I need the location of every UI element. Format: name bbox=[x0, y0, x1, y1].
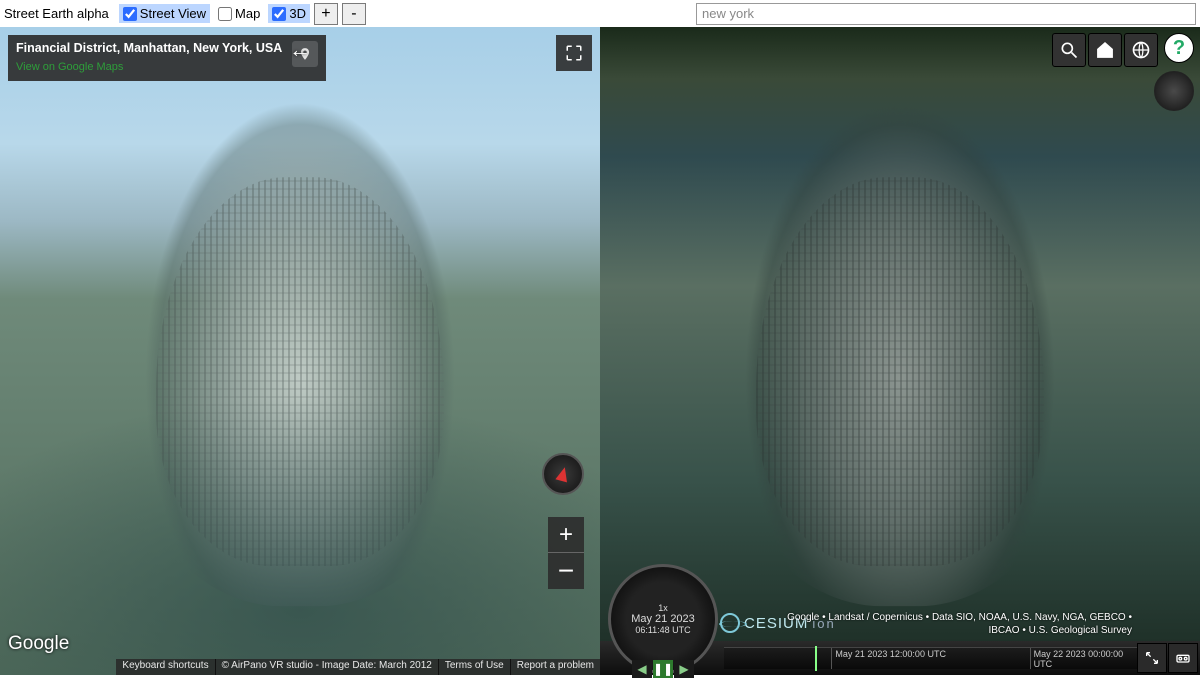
search-input[interactable] bbox=[696, 3, 1196, 25]
fullscreen-button[interactable] bbox=[556, 35, 592, 71]
toggle-streetview-checkbox[interactable] bbox=[123, 7, 137, 21]
imagery-credit: © AirPano VR studio - Image Date: March … bbox=[215, 659, 438, 675]
timeline-right-controls bbox=[1137, 643, 1198, 673]
attribution-line2: IBCAO • U.S. Geological Survey bbox=[787, 624, 1132, 637]
toolbar: Street Earth alpha Street View Map 3D + … bbox=[0, 0, 1200, 27]
toggle-3d[interactable]: 3D bbox=[268, 4, 310, 23]
vr-icon bbox=[1175, 650, 1191, 666]
toggle-map[interactable]: Map bbox=[214, 4, 264, 23]
clock-face: 1x May 21 2023 06:11:48 UTC bbox=[626, 582, 700, 656]
toggle-streetview[interactable]: Street View bbox=[119, 4, 210, 23]
search-wrap bbox=[370, 3, 1196, 25]
timeline-tick-2: May 22 2023 00:00:00 UTC bbox=[1030, 648, 1137, 669]
enter-fullscreen-button[interactable] bbox=[1137, 643, 1167, 673]
report-problem-link[interactable]: Report a problem bbox=[510, 659, 600, 675]
clock-time: 06:11:48 UTC bbox=[635, 625, 690, 636]
help-icon: ? bbox=[1173, 37, 1185, 60]
play-forward-button[interactable]: ▶ bbox=[674, 660, 694, 678]
cesium-orb-icon bbox=[720, 613, 740, 633]
keyboard-shortcuts-link[interactable]: Keyboard shortcuts bbox=[116, 659, 214, 675]
pause-button[interactable]: ❚❚ bbox=[653, 660, 673, 678]
toggle-map-checkbox[interactable] bbox=[218, 7, 232, 21]
compass-needle-icon bbox=[555, 466, 570, 483]
aerial-imagery bbox=[120, 101, 480, 606]
zoom-in-button[interactable]: + bbox=[314, 3, 338, 25]
location-text: Financial District, Manhattan, New York,… bbox=[16, 41, 282, 55]
data-attribution: Google • Landsat / Copernicus • Data SIO… bbox=[787, 611, 1132, 637]
play-controls: ◀ ❚❚ ▶ bbox=[632, 660, 694, 678]
expand-icon bbox=[1144, 650, 1160, 666]
streetview-zoom-in[interactable]: + bbox=[548, 517, 584, 553]
home-button[interactable] bbox=[1088, 33, 1122, 67]
clock-speed: 1x bbox=[658, 603, 668, 614]
attribution-line1: Google • Landsat / Copernicus • Data SIO… bbox=[787, 611, 1132, 624]
fullscreen-icon bbox=[565, 44, 583, 62]
view-on-google-maps-link[interactable]: View on Google Maps bbox=[16, 61, 282, 73]
streetview-pane[interactable]: Financial District, Manhattan, New York,… bbox=[0, 27, 600, 675]
zoom-control: + − bbox=[548, 517, 584, 589]
clock-date: May 21 2023 bbox=[631, 614, 695, 625]
search-icon bbox=[1059, 40, 1079, 60]
vr-button[interactable] bbox=[1168, 643, 1198, 673]
home-icon bbox=[1095, 40, 1115, 60]
zoom-out-button[interactable]: - bbox=[342, 3, 366, 25]
app-title: Street Earth alpha bbox=[4, 6, 109, 21]
cesium-3d-pane[interactable]: ? CESIUM ion Google • Landsat / Copernic… bbox=[600, 27, 1200, 675]
animation-clock[interactable]: 1x May 21 2023 06:11:48 UTC ◀ ❚❚ ▶ bbox=[608, 564, 718, 674]
toggle-map-label: Map bbox=[235, 6, 260, 21]
streetview-footer: Keyboard shortcuts © AirPano VR studio -… bbox=[0, 659, 600, 675]
scene-mode-button[interactable] bbox=[1124, 33, 1158, 67]
back-arrow-icon[interactable]: ← bbox=[289, 37, 311, 63]
panes: Financial District, Manhattan, New York,… bbox=[0, 27, 1200, 675]
help-button[interactable]: ? bbox=[1164, 33, 1194, 63]
navigation-knob[interactable] bbox=[1154, 71, 1194, 111]
location-box: Financial District, Manhattan, New York,… bbox=[8, 35, 326, 81]
terms-link[interactable]: Terms of Use bbox=[438, 659, 510, 675]
play-reverse-button[interactable]: ◀ bbox=[632, 660, 652, 678]
cesium-toolbar: ? bbox=[1052, 33, 1194, 67]
toggle-3d-label: 3D bbox=[289, 6, 306, 21]
timeline-track[interactable]: May 21 2023 12:00:00 UTC May 22 2023 00:… bbox=[724, 647, 1137, 669]
google-logo: Google bbox=[8, 633, 69, 655]
timeline-cursor[interactable] bbox=[815, 646, 817, 671]
streetview-zoom-out[interactable]: − bbox=[548, 553, 584, 589]
compass-control[interactable] bbox=[542, 453, 584, 495]
3d-terrain-imagery bbox=[720, 101, 1080, 606]
globe-icon bbox=[1131, 40, 1151, 60]
toggle-3d-checkbox[interactable] bbox=[272, 7, 286, 21]
toggle-streetview-label: Street View bbox=[140, 6, 206, 21]
timeline-tick-1: May 21 2023 12:00:00 UTC bbox=[831, 648, 946, 669]
timeline-bar: 1x May 21 2023 06:11:48 UTC ◀ ❚❚ ▶ May 2… bbox=[600, 641, 1200, 675]
geocoder-search-button[interactable] bbox=[1052, 33, 1086, 67]
